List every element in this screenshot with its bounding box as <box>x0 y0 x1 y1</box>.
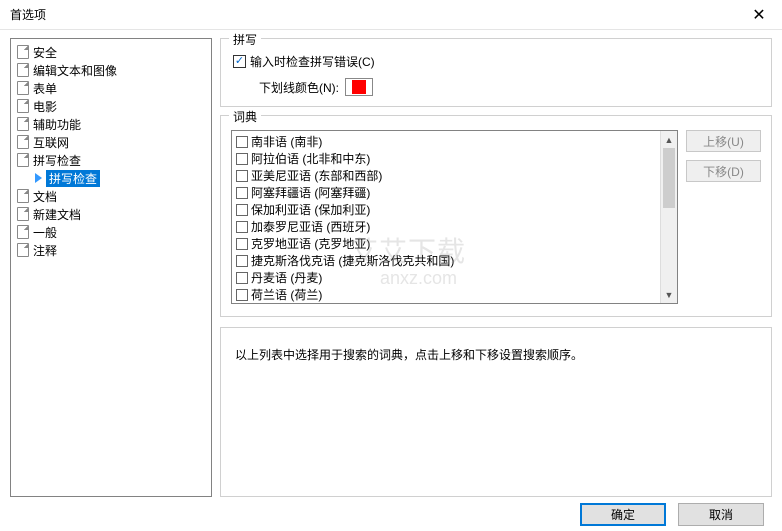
scroll-down-icon[interactable]: ▼ <box>661 286 677 303</box>
tree-item-spellcheck[interactable]: 拼写检查 <box>13 169 209 187</box>
dict-checkbox[interactable] <box>236 289 248 301</box>
list-item[interactable]: 丹麦语 (丹麦) <box>234 269 658 286</box>
dictionary-group-title: 词典 <box>229 108 261 125</box>
page-icon <box>17 81 29 95</box>
list-item[interactable]: 阿塞拜疆语 (阿塞拜疆) <box>234 184 658 201</box>
tree-item-security[interactable]: 安全 <box>13 43 209 61</box>
dictionary-group: 词典 南非语 (南非) 阿拉伯语 (北非和中东) 亚美尼亚语 (东部和西部) 阿… <box>220 115 772 317</box>
move-up-button[interactable]: 上移(U) <box>686 130 761 152</box>
list-item[interactable]: 亚美尼亚语 (东部和西部) <box>234 167 658 184</box>
underline-color-label: 下划线颜色(N): <box>259 79 339 96</box>
dialog-footer: 确定 取消 <box>0 497 782 531</box>
cancel-button[interactable]: 取消 <box>678 503 764 526</box>
info-text: 以上列表中选择用于搜索的词典，点击上移和下移设置搜索顺序。 <box>235 348 583 362</box>
dict-checkbox[interactable] <box>236 153 248 165</box>
check-spelling-checkbox[interactable]: ✓ <box>233 55 246 68</box>
tree-item-comments[interactable]: 注释 <box>13 241 209 259</box>
underline-color-picker[interactable] <box>345 78 373 96</box>
page-icon <box>17 45 29 59</box>
page-icon <box>17 243 29 257</box>
dict-checkbox[interactable] <box>236 272 248 284</box>
info-panel: 以上列表中选择用于搜索的词典，点击上移和下移设置搜索顺序。 <box>220 327 772 497</box>
dict-checkbox[interactable] <box>236 255 248 267</box>
list-item[interactable]: 荷兰语 (荷兰) <box>234 286 658 303</box>
dict-checkbox[interactable] <box>236 136 248 148</box>
tree-item-movies[interactable]: 电影 <box>13 97 209 115</box>
list-item[interactable]: 保加利亚语 (保加利亚) <box>234 201 658 218</box>
tree-item-general[interactable]: 一般 <box>13 223 209 241</box>
tree-item-documents[interactable]: 文档 <box>13 187 209 205</box>
dict-checkbox[interactable] <box>236 187 248 199</box>
list-item[interactable]: 南非语 (南非) <box>234 133 658 150</box>
list-item[interactable]: 克罗地亚语 (克罗地亚) <box>234 235 658 252</box>
tree-item-accessibility[interactable]: 辅助功能 <box>13 115 209 133</box>
spelling-group-title: 拼写 <box>229 31 261 48</box>
list-item[interactable]: 捷克斯洛伐克语 (捷克斯洛伐克共和国) <box>234 252 658 269</box>
page-icon <box>17 63 29 77</box>
check-spelling-label: 输入时检查拼写错误(C) <box>250 53 375 70</box>
tree-item-edit-text-image[interactable]: 编辑文本和图像 <box>13 61 209 79</box>
dict-checkbox[interactable] <box>236 204 248 216</box>
page-icon <box>17 189 29 203</box>
tree-item-new-document[interactable]: 新建文档 <box>13 205 209 223</box>
scrollbar[interactable]: ▲ ▼ <box>660 131 677 303</box>
page-icon <box>17 117 29 131</box>
scroll-up-icon[interactable]: ▲ <box>661 131 677 148</box>
category-tree[interactable]: 安全 编辑文本和图像 表单 电影 辅助功能 互联网 拼写检查 拼写检查 文档 新… <box>10 38 212 497</box>
window-title: 首选项 <box>10 6 736 23</box>
page-icon <box>17 99 29 113</box>
tree-item-forms[interactable]: 表单 <box>13 79 209 97</box>
page-icon <box>17 135 29 149</box>
list-item[interactable]: 加泰罗尼亚语 (西班牙) <box>234 218 658 235</box>
title-bar: 首选项 ✕ <box>0 0 782 30</box>
move-down-button[interactable]: 下移(D) <box>686 160 761 182</box>
arrow-right-icon <box>35 173 42 183</box>
page-icon <box>17 225 29 239</box>
page-icon <box>17 207 29 221</box>
scroll-thumb[interactable] <box>663 148 675 208</box>
ok-button[interactable]: 确定 <box>580 503 666 526</box>
dict-checkbox[interactable] <box>236 170 248 182</box>
tree-item-spellcheck-parent[interactable]: 拼写检查 <box>13 151 209 169</box>
tree-item-internet[interactable]: 互联网 <box>13 133 209 151</box>
dict-checkbox[interactable] <box>236 238 248 250</box>
scroll-track[interactable] <box>661 148 677 286</box>
close-button[interactable]: ✕ <box>736 0 782 30</box>
page-icon <box>17 153 29 167</box>
spelling-group: 拼写 ✓ 输入时检查拼写错误(C) 下划线颜色(N): <box>220 38 772 107</box>
dict-checkbox[interactable] <box>236 221 248 233</box>
list-item[interactable]: 阿拉伯语 (北非和中东) <box>234 150 658 167</box>
color-swatch-icon <box>352 80 366 94</box>
dictionary-list[interactable]: 南非语 (南非) 阿拉伯语 (北非和中东) 亚美尼亚语 (东部和西部) 阿塞拜疆… <box>231 130 678 304</box>
